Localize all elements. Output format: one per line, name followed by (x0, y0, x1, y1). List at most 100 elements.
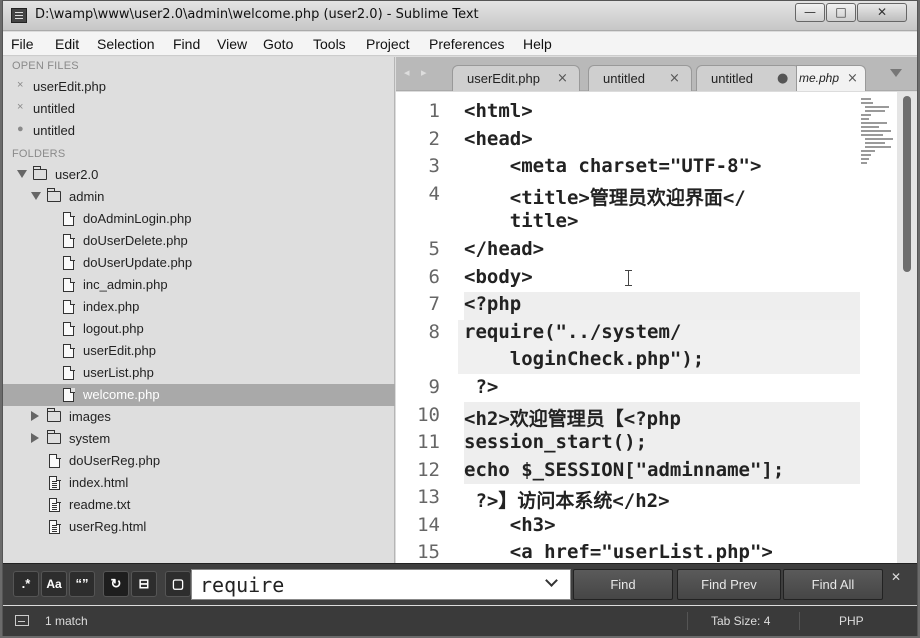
tree-file[interactable]: inc_admin.php (3, 274, 395, 296)
code-line: <body> (464, 266, 533, 288)
tab-untitled[interactable]: untitled × (588, 65, 692, 91)
tree-folder-system[interactable]: system (3, 428, 395, 450)
close-file-icon[interactable]: × (17, 101, 23, 113)
tree-file[interactable]: userEdit.php (3, 340, 395, 362)
menu-file[interactable]: File (11, 36, 34, 52)
chevron-down-icon[interactable] (17, 170, 27, 178)
tab-bar: ◂ ▸ userEdit.php × untitled × untitled ●… (396, 57, 917, 91)
tree-file[interactable]: userReg.html (3, 516, 395, 538)
scrollbar-thumb[interactable] (903, 96, 911, 272)
panel-icon[interactable] (15, 615, 29, 626)
syntax-mode[interactable]: PHP (839, 614, 864, 628)
sidebar: OPEN FILES × userEdit.php × untitled ● u… (3, 57, 395, 563)
menu-preferences[interactable]: Preferences (429, 36, 504, 52)
open-file-item[interactable]: ● untitled (3, 120, 395, 142)
tree-folder-admin[interactable]: admin (3, 186, 395, 208)
window-title: D:\wamp\www\user2.0\admin\welcome.php (u… (35, 7, 479, 22)
close-button[interactable]: ✕ (857, 3, 907, 22)
whole-word-toggle[interactable]: “” (69, 571, 95, 597)
file-icon (63, 277, 75, 292)
open-file-item[interactable]: × userEdit.php (3, 76, 395, 98)
menu-goto[interactable]: Goto (263, 36, 293, 52)
menu-tools[interactable]: Tools (313, 36, 346, 52)
in-selection-toggle[interactable]: ⊟ (131, 571, 157, 597)
highlight-matches-toggle[interactable]: ▢ (165, 571, 191, 597)
tab-nav-arrows-icon[interactable]: ◂ ▸ (404, 66, 431, 79)
minimap-line (861, 122, 887, 124)
tree-file[interactable]: doAdminLogin.php (3, 208, 395, 230)
tree-label: inc_admin.php (83, 277, 168, 292)
menu-help[interactable]: Help (523, 36, 552, 52)
tree-label: doAdminLogin.php (83, 211, 192, 226)
unsaved-dot-icon[interactable]: ● (17, 123, 24, 135)
file-icon (63, 299, 75, 314)
tree-file[interactable]: readme.txt (3, 494, 395, 516)
case-sensitive-toggle[interactable]: Aa (41, 571, 67, 597)
file-icon (63, 365, 75, 380)
find-button[interactable]: Find (573, 569, 673, 600)
menu-project[interactable]: Project (366, 36, 410, 52)
close-file-icon[interactable]: × (17, 79, 23, 91)
line-number: 4 (428, 183, 440, 205)
tree-folder-images[interactable]: images (3, 406, 395, 428)
code-line: <meta charset="UTF-8"> (464, 155, 762, 177)
chevron-right-icon[interactable] (31, 433, 39, 443)
file-icon (63, 321, 75, 336)
minimap-line (861, 118, 869, 120)
minimize-button[interactable]: — (795, 3, 825, 22)
close-icon[interactable]: × (557, 71, 568, 86)
menu-view[interactable]: View (217, 36, 247, 52)
code-line: echo $_SESSION["adminname"]; (464, 459, 785, 481)
tree-file[interactable]: userList.php (3, 362, 395, 384)
chevron-down-icon[interactable] (890, 69, 902, 77)
regex-toggle[interactable]: .* (13, 571, 39, 597)
open-file-item[interactable]: × untitled (3, 98, 395, 120)
tree-file[interactable]: doUserDelete.php (3, 230, 395, 252)
code-line: ?> (464, 376, 499, 398)
vertical-scrollbar[interactable] (897, 92, 917, 563)
tab-size[interactable]: Tab Size: 4 (711, 614, 770, 628)
tree-folder-user2[interactable]: user2.0 (3, 164, 395, 186)
tree-label: logout.php (83, 321, 144, 336)
tree-file[interactable]: logout.php (3, 318, 395, 340)
tree-file[interactable]: doUserUpdate.php (3, 252, 395, 274)
find-input[interactable] (191, 569, 571, 600)
tree-label: welcome.php (83, 387, 160, 402)
minimap-line (861, 134, 883, 136)
minimap-line (861, 154, 871, 156)
tree-label: index.php (83, 299, 140, 314)
maximize-button[interactable]: □ (826, 3, 856, 22)
open-file-label: untitled (33, 101, 75, 116)
status-bar: 1 match Tab Size: 4 PHP (3, 606, 917, 636)
tree-file[interactable]: index.php (3, 296, 395, 318)
open-file-label: userEdit.php (33, 79, 106, 94)
unsaved-dot-icon[interactable]: ● (777, 71, 788, 86)
line-number: 9 (428, 376, 440, 398)
minimap-line (861, 98, 871, 100)
find-prev-button[interactable]: Find Prev (677, 569, 781, 600)
chevron-right-icon[interactable] (31, 411, 39, 421)
menu-find[interactable]: Find (173, 36, 200, 52)
tree-file-selected[interactable]: welcome.php (3, 384, 395, 406)
close-icon[interactable]: × (847, 71, 858, 86)
minimap-line (865, 106, 889, 108)
wrap-toggle[interactable]: ↻ (103, 571, 129, 597)
line-number: 5 (428, 238, 440, 260)
close-icon[interactable]: ✕ (891, 570, 901, 584)
chevron-down-icon[interactable] (31, 192, 41, 200)
tab-untitled-unsaved[interactable]: untitled ● (696, 65, 800, 91)
menu-edit[interactable]: Edit (55, 36, 79, 52)
find-all-button[interactable]: Find All (783, 569, 883, 600)
code-editor[interactable]: 1 2 3 4 5 6 7 8 9 10 11 12 13 14 15 <htm… (396, 92, 917, 563)
tab-welcome-active[interactable]: me.php × (796, 65, 866, 91)
close-icon[interactable]: × (669, 71, 680, 86)
text-file-icon (49, 475, 61, 490)
tab-label: untitled (711, 71, 753, 86)
tree-file[interactable]: doUserReg.php (3, 450, 395, 472)
menu-selection[interactable]: Selection (97, 36, 155, 52)
tree-file[interactable]: index.html (3, 472, 395, 494)
tab-useredit[interactable]: userEdit.php × (452, 65, 580, 91)
match-count: 1 match (45, 614, 88, 628)
minimap[interactable] (861, 98, 897, 168)
status-divider (799, 612, 800, 630)
